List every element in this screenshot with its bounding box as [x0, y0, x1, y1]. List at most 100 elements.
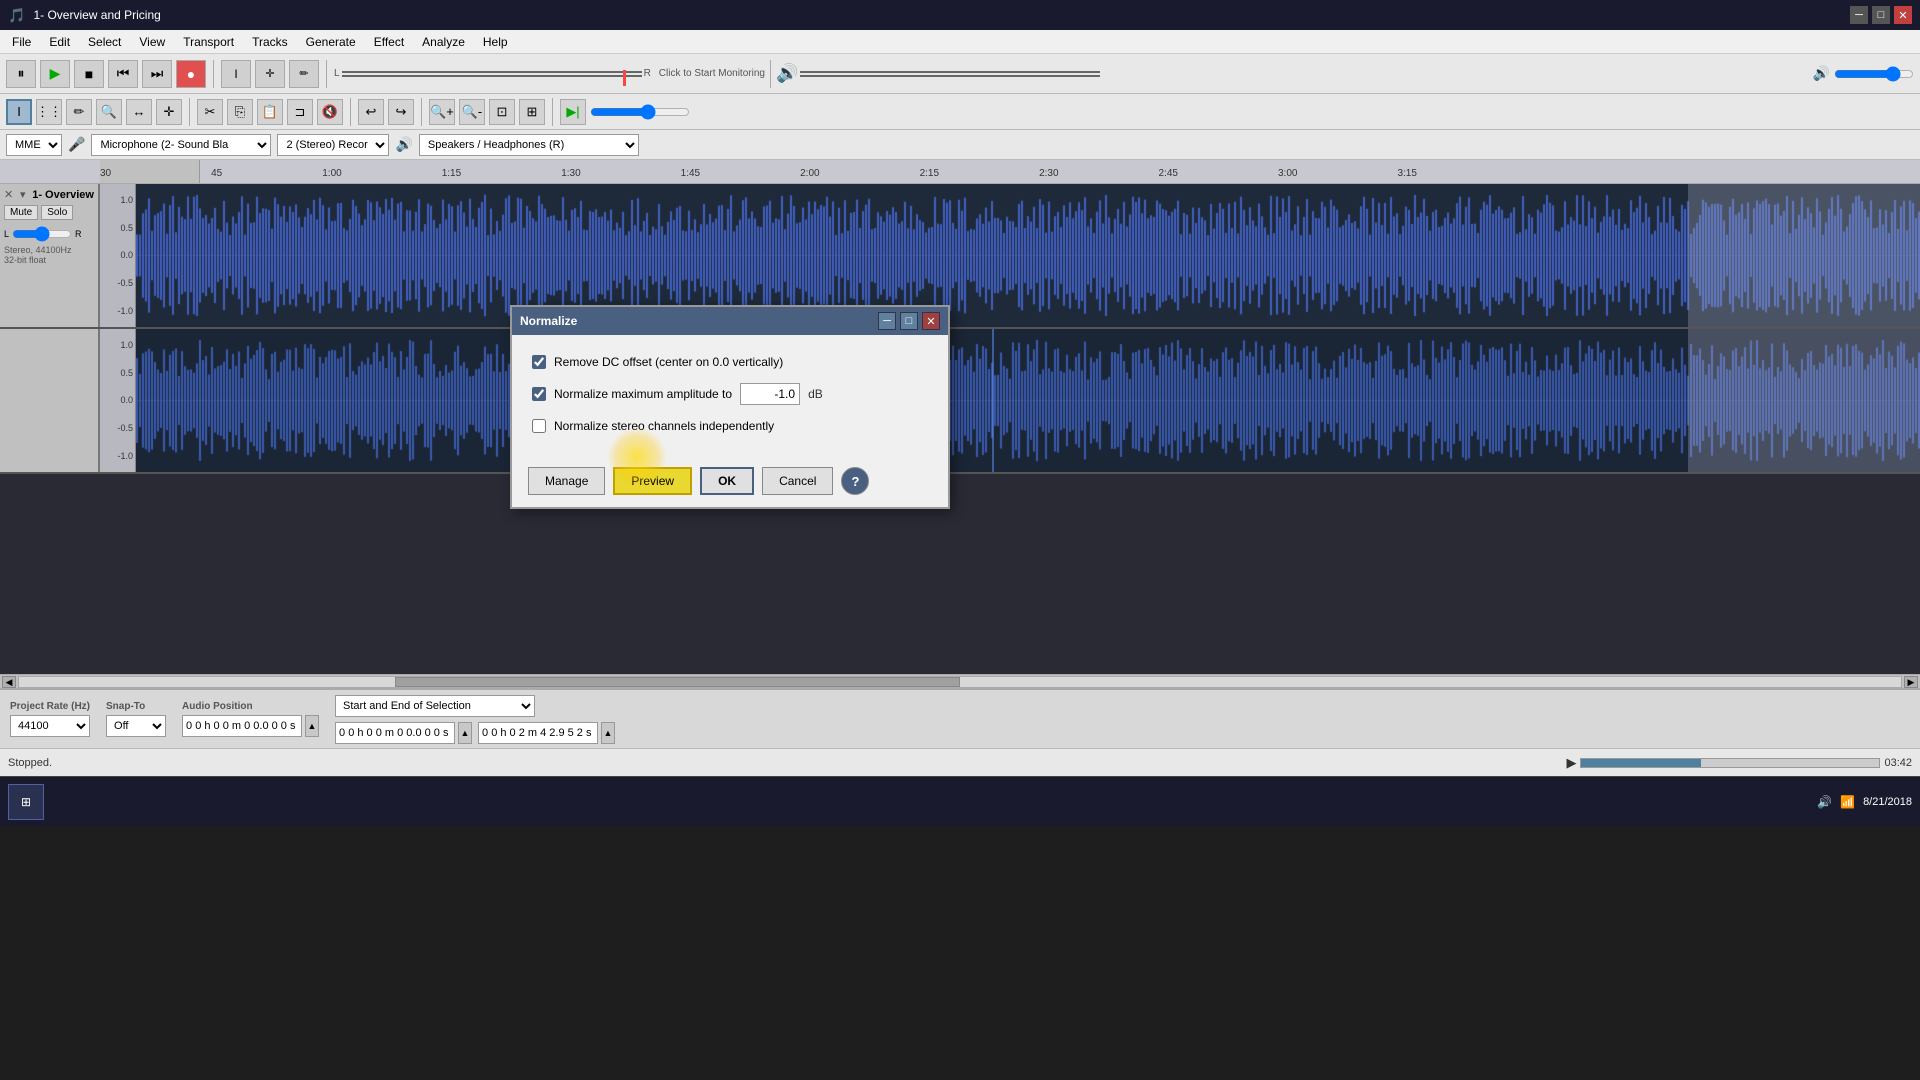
paste-button[interactable]: 📋 — [257, 99, 283, 125]
play-button[interactable]: ▶ — [40, 60, 70, 88]
timeline-ruler: 30 45 1:00 1:15 1:30 1:45 2:00 2:15 2:30… — [0, 160, 1920, 184]
rate-select[interactable]: 44100 — [10, 715, 90, 737]
stop-button[interactable]: ■ — [74, 60, 104, 88]
scroll-right-button[interactable]: ▶ — [1904, 676, 1918, 688]
preview-button[interactable]: Preview — [613, 467, 692, 495]
menu-tracks[interactable]: Tracks — [244, 33, 296, 51]
menu-analyze[interactable]: Analyze — [414, 33, 473, 51]
sel-end-input[interactable] — [478, 722, 598, 744]
pan-slider-1[interactable] — [12, 226, 72, 242]
ruler-315: 3:15 — [1397, 168, 1416, 179]
close-button[interactable]: ✕ — [1894, 6, 1912, 24]
zoom-in-button[interactable]: 🔍+ — [429, 99, 455, 125]
menu-edit[interactable]: Edit — [41, 33, 78, 51]
dialog-maximize-button[interactable]: □ — [900, 312, 918, 330]
scrollbar-thumb[interactable] — [395, 677, 960, 687]
position-up[interactable]: ▲ — [305, 715, 319, 737]
redo-button[interactable]: ↪ — [388, 99, 414, 125]
tools-sep4 — [552, 98, 553, 126]
zoom-out-button[interactable]: 🔍- — [459, 99, 485, 125]
multi-tool-btn[interactable]: ✛ — [156, 99, 182, 125]
position-input[interactable] — [182, 715, 302, 737]
dialog-buttons: Manage Preview OK Cancel ? — [512, 459, 948, 507]
menu-file[interactable]: File — [4, 33, 39, 51]
sel-start-up[interactable]: ▲ — [458, 722, 472, 744]
ok-button[interactable]: OK — [700, 467, 754, 495]
level-meter-r — [342, 75, 642, 77]
scrollbar-track[interactable] — [18, 676, 1902, 688]
snap-select[interactable]: Off — [106, 715, 166, 737]
record-button[interactable]: ● — [176, 60, 206, 88]
bottom-play-button[interactable]: ▶ — [1566, 755, 1576, 771]
time-shift-tool[interactable]: ↔ — [126, 99, 152, 125]
zoom-tool[interactable]: 🔍 — [96, 99, 122, 125]
tray-network[interactable]: 📶 — [1840, 795, 1855, 809]
sel-start-input[interactable] — [335, 722, 455, 744]
channels-select[interactable]: 2 (Stereo) Recor — [277, 134, 389, 156]
envelope-tool[interactable]: ⋮⋮ — [36, 99, 62, 125]
menu-generate[interactable]: Generate — [298, 33, 364, 51]
cut-button[interactable]: ✂ — [197, 99, 223, 125]
snap-group: Snap-To Off — [106, 701, 166, 737]
ruler-30: 30 — [100, 168, 111, 179]
menu-transport[interactable]: Transport — [175, 33, 242, 51]
selection-group: Start and End of Selection ▲ ▲ — [335, 695, 615, 744]
h-scrollbar: ◀ ▶ — [0, 674, 1920, 688]
stereo-checkbox[interactable] — [532, 419, 546, 433]
mute-button-1[interactable]: Mute — [4, 205, 38, 220]
help-button[interactable]: ? — [841, 467, 869, 495]
track-wave-1 — [136, 184, 1920, 327]
silence-button[interactable]: 🔇 — [317, 99, 343, 125]
playback-speed[interactable] — [590, 104, 690, 120]
start-button[interactable]: ⊞ — [8, 784, 44, 820]
playback-progress-bar[interactable] — [1580, 758, 1880, 768]
snap-label: Snap-To — [106, 701, 166, 712]
scroll-left-button[interactable]: ◀ — [2, 676, 16, 688]
selection-type-select[interactable]: Start and End of Selection — [335, 695, 535, 717]
sel-end-up[interactable]: ▲ — [601, 722, 615, 744]
zoom-sel-button[interactable]: ⊞ — [519, 99, 545, 125]
position-field: ▲ — [182, 715, 319, 737]
microphone-select[interactable]: Microphone (2- Sound Bla — [91, 134, 271, 156]
undo-button[interactable]: ↩ — [358, 99, 384, 125]
pause-button[interactable]: ⏸ — [6, 60, 36, 88]
manage-button[interactable]: Manage — [528, 467, 605, 495]
copy-button[interactable]: ⎘ — [227, 99, 253, 125]
draw-tool[interactable]: ✏ — [289, 60, 319, 88]
speaker-select[interactable]: Speakers / Headphones (R) — [419, 134, 639, 156]
solo-button-1[interactable]: Solo — [41, 205, 73, 220]
draw-tool-btn[interactable]: ✏ — [66, 99, 92, 125]
selection-tool[interactable]: I — [221, 60, 251, 88]
waveform-canvas-1 — [136, 184, 1920, 327]
track-selection-2 — [1688, 329, 1920, 472]
multi-tool[interactable]: ✛ — [255, 60, 285, 88]
amplitude-input[interactable] — [740, 383, 800, 405]
prev-button[interactable]: ⏮ — [108, 60, 138, 88]
title-bar-left: 🎵 1- Overview and Pricing — [8, 7, 161, 24]
cancel-button[interactable]: Cancel — [762, 467, 833, 495]
menu-select[interactable]: Select — [80, 33, 129, 51]
minimize-button[interactable]: ─ — [1850, 6, 1868, 24]
dialog-minimize-button[interactable]: ─ — [878, 312, 896, 330]
transport-bar: ⏸ ▶ ■ ⏮ ⏭ ● I ✛ ✏ L R Click to Start Mon… — [0, 54, 1920, 94]
tray-volume[interactable]: 🔊 — [1817, 795, 1832, 809]
cursor-tool[interactable]: I — [6, 99, 32, 125]
stereo-label: Normalize stereo channels independently — [554, 419, 774, 433]
dc-offset-checkbox[interactable] — [532, 355, 546, 369]
menu-help[interactable]: Help — [475, 33, 516, 51]
track-fold-1[interactable]: ▾ — [20, 188, 26, 201]
volume-slider[interactable] — [1834, 66, 1914, 82]
trim-button[interactable]: ⊐ — [287, 99, 313, 125]
dialog-close-button[interactable]: ✕ — [922, 312, 940, 330]
host-select[interactable]: MME — [6, 134, 62, 156]
normalize-amp-checkbox[interactable] — [532, 387, 546, 401]
track-close-1[interactable]: ✕ — [4, 188, 13, 201]
device-bar: MME 🎤 Microphone (2- Sound Bla 2 (Stereo… — [0, 130, 1920, 160]
menu-effect[interactable]: Effect — [366, 33, 412, 51]
next-button[interactable]: ⏭ — [142, 60, 172, 88]
play-sel-button[interactable]: ▶| — [560, 99, 586, 125]
level-meters: L R Click to Start Monitoring 🔊 — [334, 60, 1809, 88]
menu-view[interactable]: View — [131, 33, 173, 51]
zoom-fit-button[interactable]: ⊡ — [489, 99, 515, 125]
maximize-button[interactable]: □ — [1872, 6, 1890, 24]
